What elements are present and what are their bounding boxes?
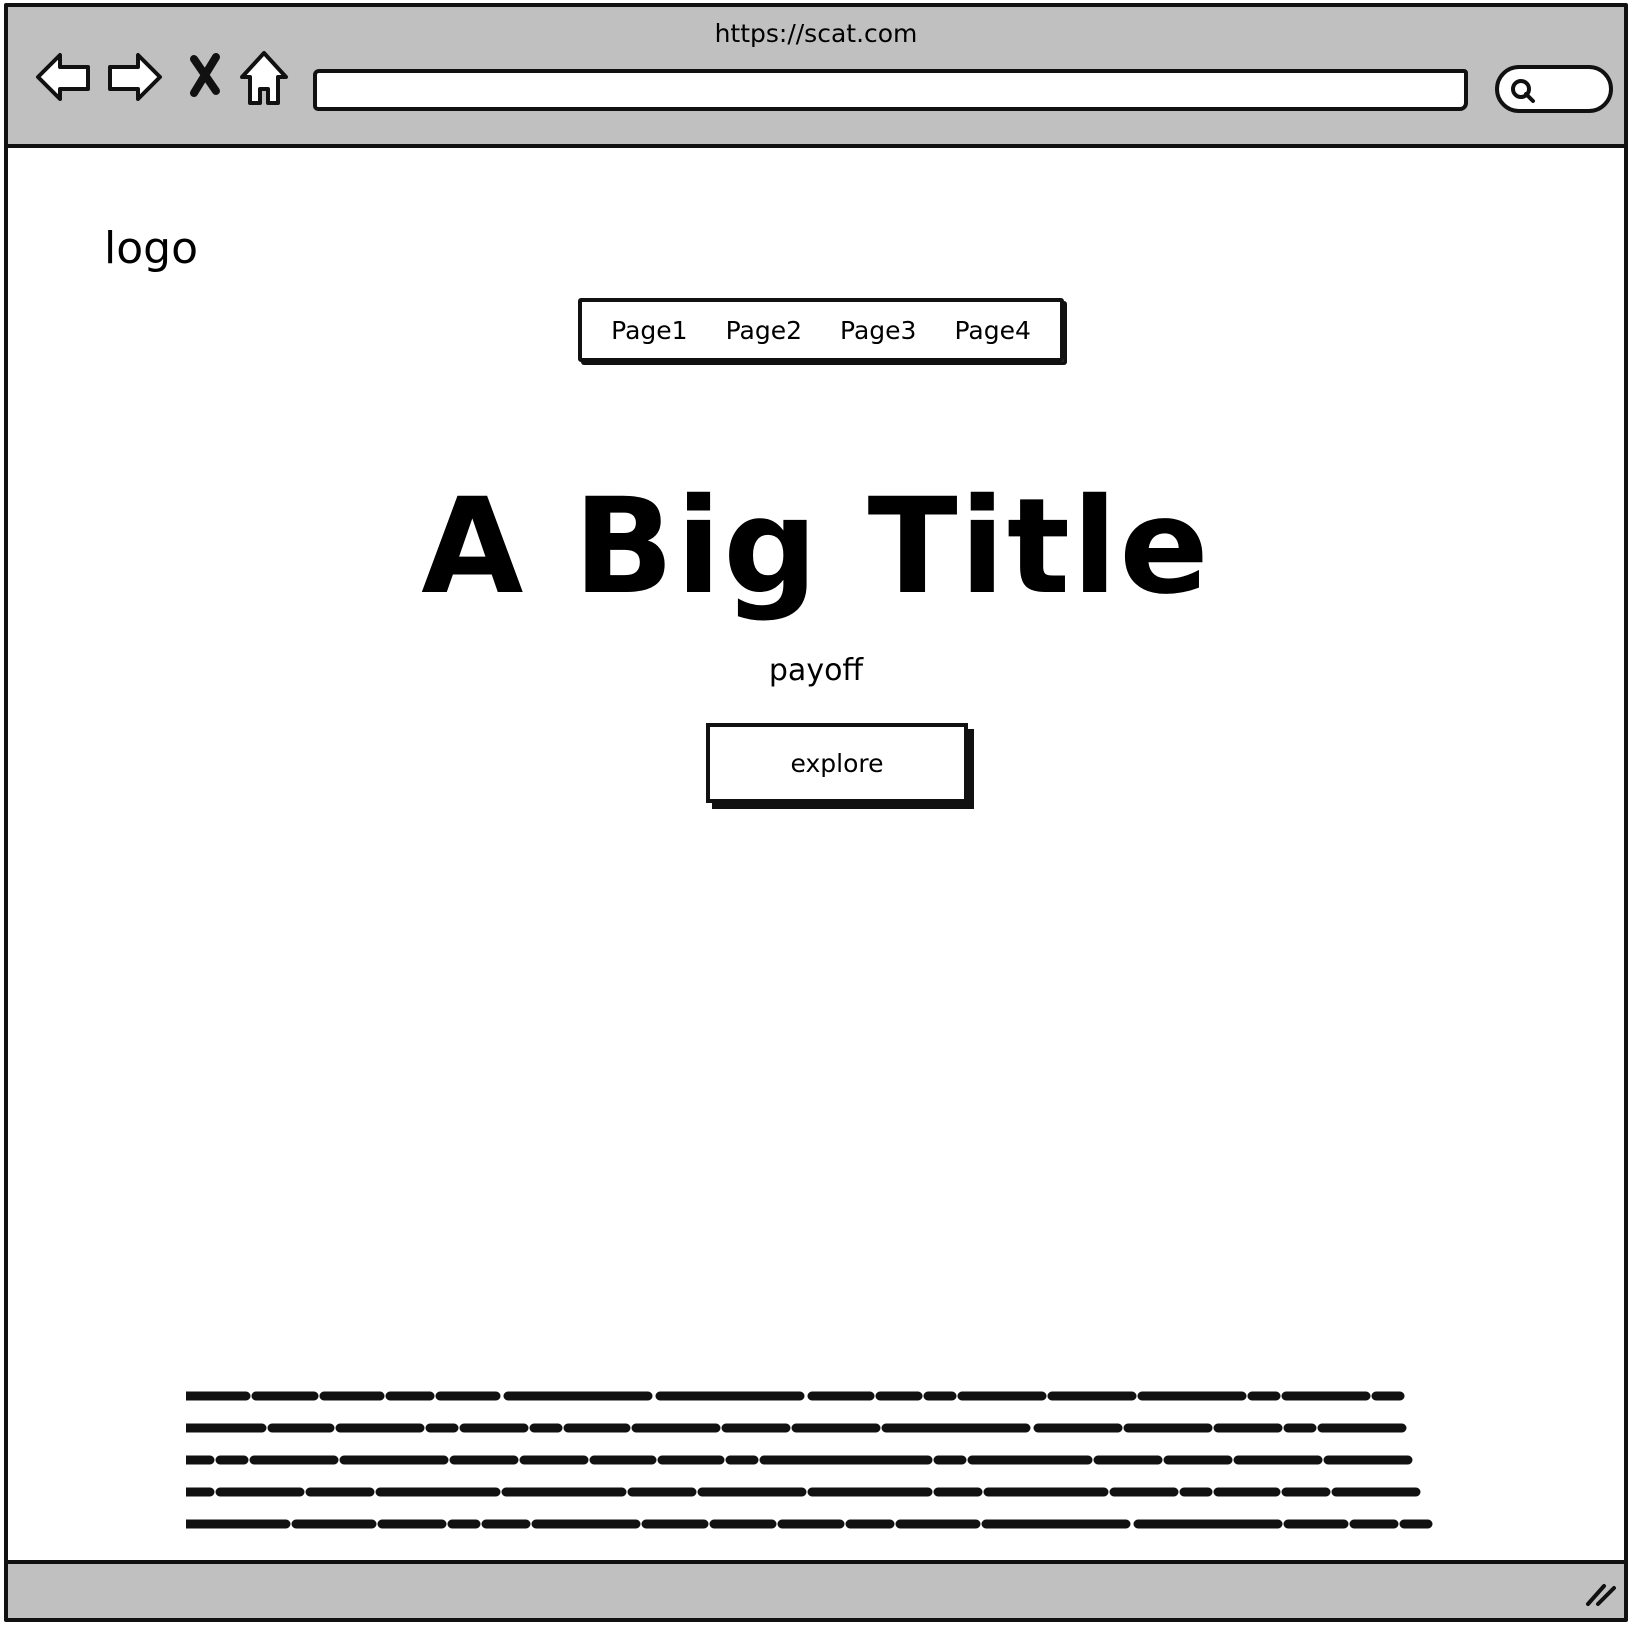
back-arrow-icon[interactable]	[34, 47, 94, 107]
address-bar[interactable]	[313, 69, 1468, 111]
placeholder-text-block	[186, 1388, 1486, 1538]
search-icon	[1509, 77, 1539, 111]
page-nav: Page1 Page2 Page3 Page4	[578, 298, 1064, 362]
logo[interactable]: logo	[104, 223, 198, 274]
nav-item-page2[interactable]: Page2	[726, 316, 802, 345]
nav-item-page4[interactable]: Page4	[954, 316, 1030, 345]
window-url-title: https://scat.com	[714, 19, 918, 48]
payoff-text: payoff	[768, 653, 864, 688]
page-content: logo Page1 Page2 Page3 Page4 A Big Title…	[8, 148, 1624, 1560]
resize-grip-icon[interactable]	[1582, 1578, 1618, 1612]
forward-arrow-icon[interactable]	[104, 47, 164, 107]
explore-button[interactable]: explore	[706, 723, 968, 803]
nav-item-page1[interactable]: Page1	[611, 316, 687, 345]
stop-icon[interactable]	[186, 47, 226, 107]
browser-status-bar	[8, 1560, 1624, 1618]
browser-search-box[interactable]	[1495, 65, 1613, 113]
browser-toolbar: https://scat.com	[8, 7, 1624, 148]
page-title: A Big Title	[421, 470, 1211, 624]
nav-item-page3[interactable]: Page3	[840, 316, 916, 345]
home-icon[interactable]	[238, 47, 290, 107]
browser-window: https://scat.com logo Page1 Page2 Page3 …	[4, 3, 1628, 1622]
